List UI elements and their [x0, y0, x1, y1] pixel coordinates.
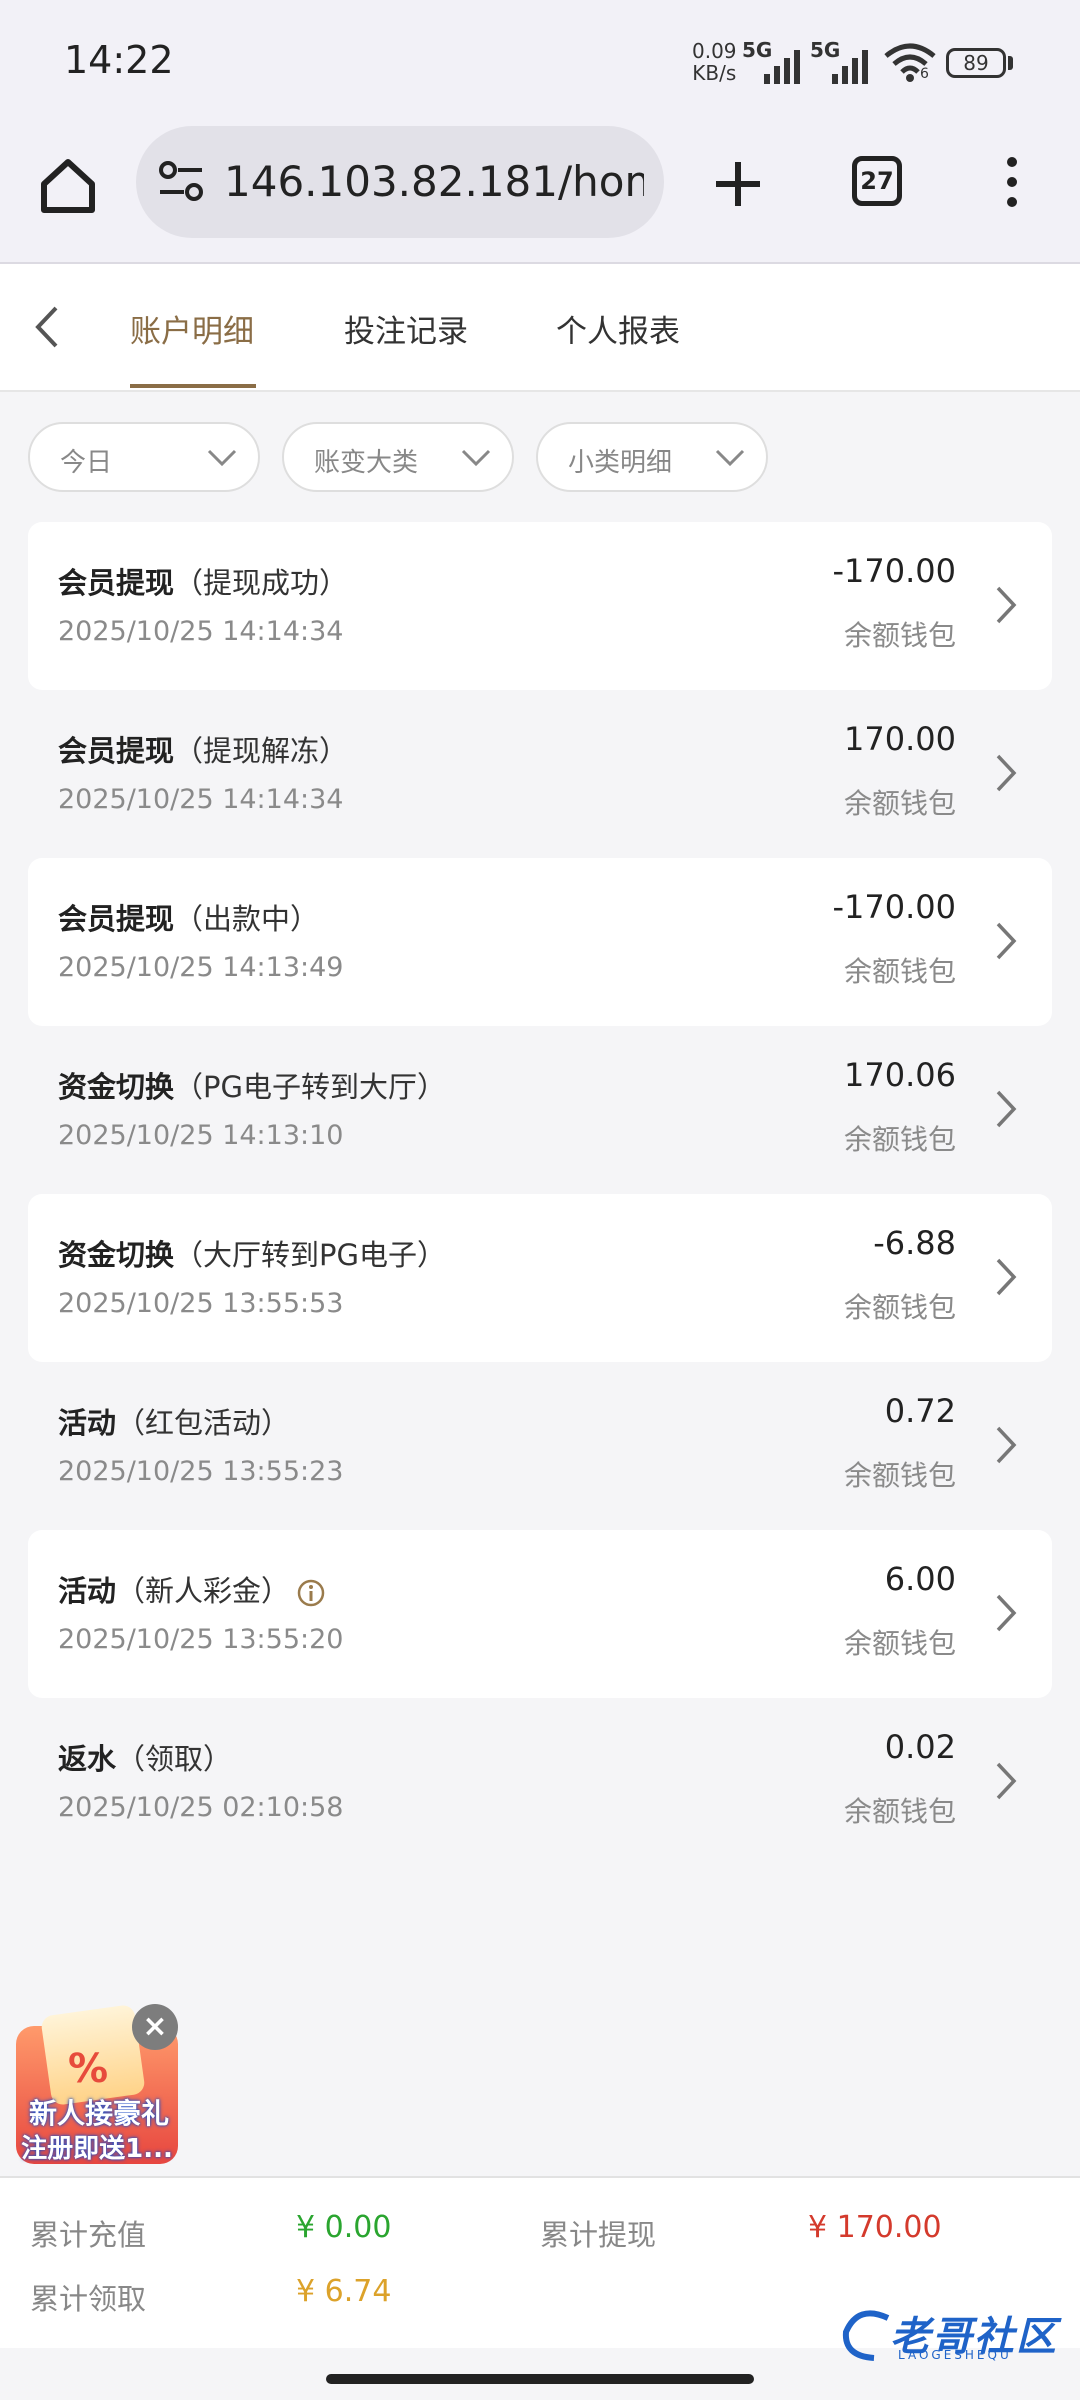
transaction-wallet: 余额钱包 — [843, 1627, 956, 1660]
dragon-logo-icon — [842, 2310, 890, 2361]
transaction-amount: 0.02 — [884, 1728, 956, 1766]
status-bar: 14:22 0.09 KB/s 5G 5G 6 89 — [0, 0, 1080, 120]
transaction-wallet: 余额钱包 — [843, 955, 956, 988]
date-filter-dropdown[interactable]: 今日 — [28, 422, 260, 492]
transaction-title: 活动（新人彩金） — [58, 1568, 326, 1610]
chevron-right-icon — [996, 586, 1017, 624]
transaction-wallet: 余额钱包 — [843, 1795, 956, 1828]
network-speed: 0.09 KB/s — [692, 39, 737, 85]
total-withdraw-label: 累计提现 — [540, 2218, 657, 2252]
chevron-right-icon — [996, 1090, 1017, 1128]
transaction-amount: -170.00 — [832, 888, 956, 926]
home-indicator[interactable] — [326, 2374, 754, 2384]
total-deposit-label: 累计充值 — [30, 2218, 147, 2252]
transaction-time: 2025/10/25 14:13:49 — [58, 952, 344, 983]
chevron-down-icon — [461, 449, 491, 467]
status-time: 14:22 — [64, 38, 174, 82]
total-withdraw-value: ¥ 170.00 — [808, 2210, 942, 2245]
percent-icon: % — [68, 2046, 109, 2092]
category-filter-dropdown[interactable]: 账变大类 — [282, 422, 514, 492]
transaction-row[interactable]: 会员提现（出款中） 2025/10/25 14:13:49 -170.00 余额… — [28, 858, 1052, 1026]
transaction-title: 会员提现（提现成功） — [58, 566, 349, 600]
battery-tip — [1008, 56, 1013, 70]
promo-badge[interactable]: % × 新人接豪礼 注册即送1... — [10, 2003, 180, 2164]
url-text[interactable]: 146.103.82.181/home/ — [224, 156, 644, 208]
transaction-row[interactable]: 会员提现（提现解冻） 2025/10/25 14:14:34 170.00 余额… — [28, 690, 1052, 858]
subcategory-filter-dropdown[interactable]: 小类明细 — [536, 422, 768, 492]
transaction-time: 2025/10/25 02:10:58 — [58, 1792, 344, 1823]
back-arrow-icon[interactable] — [26, 302, 66, 352]
info-icon[interactable] — [296, 1578, 326, 1608]
battery-indicator: 89 — [946, 48, 1006, 78]
chevron-right-icon — [996, 1426, 1017, 1464]
transaction-title: 会员提现（提现解冻） — [58, 734, 349, 768]
total-claim-value: ¥ 6.74 — [296, 2274, 392, 2309]
transaction-list: 会员提现（提现成功） 2025/10/25 14:14:34 -170.00 余… — [28, 522, 1052, 1866]
active-tab-indicator — [130, 384, 256, 388]
transaction-amount: 170.06 — [844, 1056, 956, 1094]
transaction-time: 2025/10/25 14:13:10 — [58, 1120, 344, 1151]
transaction-row[interactable]: 资金切换（PG电子转到大厅） 2025/10/25 14:13:10 170.0… — [28, 1026, 1052, 1194]
chevron-right-icon — [996, 1594, 1017, 1632]
transaction-wallet: 余额钱包 — [843, 1291, 956, 1324]
site-settings-icon[interactable] — [156, 160, 206, 204]
transaction-amount: -6.88 — [873, 1224, 956, 1262]
home-icon[interactable] — [36, 154, 100, 218]
tab-bet-records[interactable]: 投注记录 — [344, 306, 468, 351]
more-menu-icon[interactable] — [994, 150, 1030, 214]
transaction-time: 2025/10/25 14:14:34 — [58, 784, 344, 815]
transaction-wallet: 余额钱包 — [843, 619, 956, 652]
transaction-row[interactable]: 活动（红包活动） 2025/10/25 13:55:23 0.72 余额钱包 — [28, 1362, 1052, 1530]
transaction-time: 2025/10/25 13:55:23 — [58, 1456, 344, 1487]
transaction-row[interactable]: 会员提现（提现成功） 2025/10/25 14:14:34 -170.00 余… — [28, 522, 1052, 690]
chevron-down-icon — [715, 449, 745, 467]
transaction-time: 2025/10/25 14:14:34 — [58, 616, 344, 647]
tab-account-details[interactable]: 账户明细 — [130, 306, 254, 351]
transaction-wallet: 余额钱包 — [843, 1459, 956, 1492]
transaction-wallet: 余额钱包 — [843, 1123, 956, 1156]
transaction-amount: -170.00 — [832, 552, 956, 590]
promo-subtitle: 注册即送1... — [21, 2134, 173, 2164]
transaction-amount: 170.00 — [844, 720, 956, 758]
promo-title: 新人接豪礼 — [28, 2097, 169, 2130]
transaction-title: 资金切换（大厅转到PG电子） — [58, 1238, 446, 1272]
chevron-right-icon — [996, 1762, 1017, 1800]
wifi-icon: 6 — [884, 42, 936, 86]
transaction-row[interactable]: 资金切换（大厅转到PG电子） 2025/10/25 13:55:53 -6.88… — [28, 1194, 1052, 1362]
watermark-logo: 老哥社区 LAOGESHEQU — [838, 2304, 1068, 2364]
total-deposit-value: ¥ 0.00 — [296, 2210, 392, 2245]
tab-navigation: 账户明细 投注记录 个人报表 — [0, 264, 1080, 392]
tab-personal-report[interactable]: 个人报表 — [556, 306, 680, 351]
transaction-amount: 0.72 — [884, 1392, 956, 1430]
transaction-title: 会员提现（出款中） — [58, 902, 320, 936]
transaction-row[interactable]: 返水（领取） 2025/10/25 02:10:58 0.02 余额钱包 — [28, 1698, 1052, 1866]
chevron-right-icon — [996, 1258, 1017, 1296]
close-icon[interactable]: × — [132, 2004, 178, 2050]
total-claim-label: 累计领取 — [30, 2282, 147, 2316]
chevron-right-icon — [996, 922, 1017, 960]
chevron-right-icon — [996, 754, 1017, 792]
browser-toolbar: 146.103.82.181/home/ 27 — [0, 120, 1080, 264]
tab-switcher-button[interactable]: 27 — [852, 156, 902, 206]
transaction-title: 返水（领取） — [58, 1742, 233, 1776]
new-tab-icon[interactable] — [706, 152, 770, 216]
transaction-time: 2025/10/25 13:55:20 — [58, 1624, 344, 1655]
transaction-wallet: 余额钱包 — [843, 787, 956, 820]
transaction-time: 2025/10/25 13:55:53 — [58, 1288, 344, 1319]
transaction-title: 资金切换（PG电子转到大厅） — [58, 1070, 446, 1104]
transaction-row[interactable]: 活动（新人彩金） 2025/10/25 13:55:20 6.00 余额钱包 — [28, 1530, 1052, 1698]
address-bar[interactable]: 146.103.82.181/home/ — [136, 126, 664, 238]
chevron-down-icon — [207, 449, 237, 467]
transaction-title: 活动（红包活动） — [58, 1406, 291, 1440]
transaction-amount: 6.00 — [884, 1560, 956, 1598]
